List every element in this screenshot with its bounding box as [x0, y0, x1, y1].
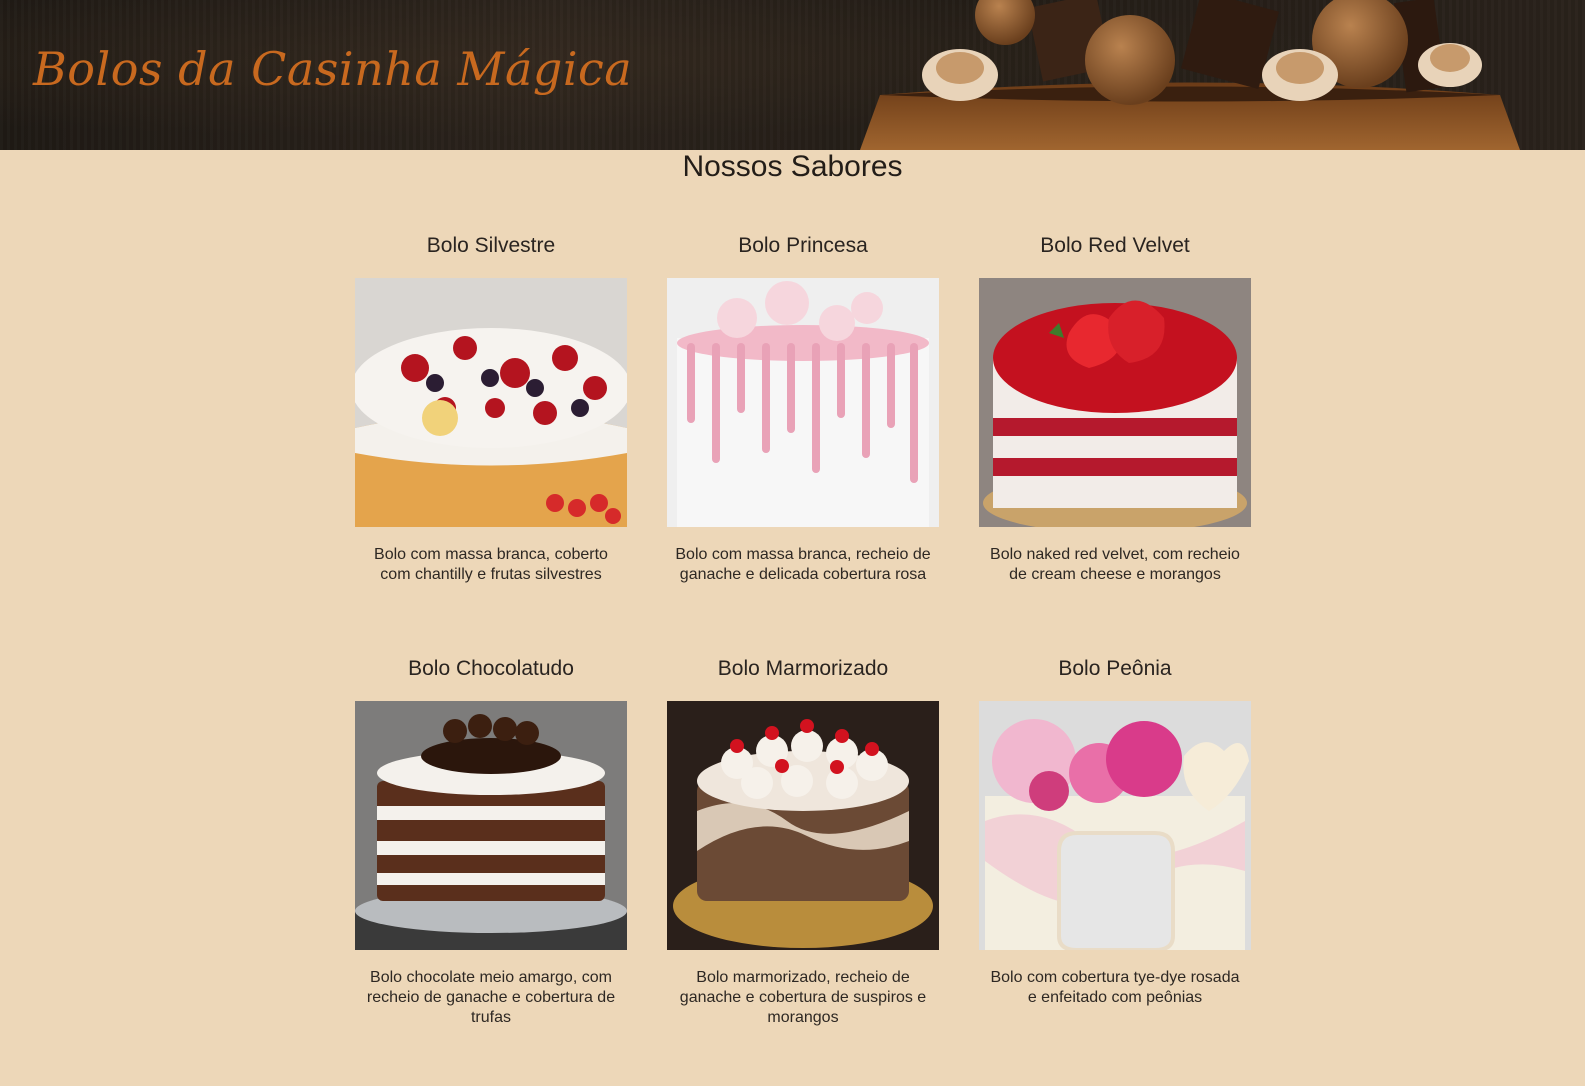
cake-card[interactable]: Bolo Princesa Bolo com massa branca, rec…	[667, 232, 939, 605]
cake-grid: Bolo Silvestre Bolo com massa branca, co…	[355, 232, 1253, 1028]
cake-name: Bolo Silvestre	[426, 234, 556, 257]
site-header: Bolos da Casinha Mágica	[0, 0, 1585, 150]
hero-chocolate-cake-image	[860, 0, 1520, 150]
cake-image-red-velvet	[979, 278, 1251, 527]
cake-description: Bolo marmorizado, recheio de ganache e c…	[679, 969, 927, 1026]
cake-name: Bolo Princesa	[738, 234, 868, 257]
cake-description: Bolo chocolate meio amargo, com recheio …	[366, 969, 616, 1026]
cake-card[interactable]: Bolo Chocolatudo Bolo chocolate meio ama…	[355, 655, 627, 1028]
cake-name: Bolo Peônia	[1058, 657, 1172, 680]
cake-card[interactable]: Bolo Peônia Bolo com cobertura tye-dye r…	[979, 655, 1251, 1028]
cake-card[interactable]: Bolo Silvestre Bolo com massa branca, co…	[355, 232, 627, 605]
cake-image-chocolatudo	[355, 701, 627, 950]
cake-image-marmorizado	[667, 701, 939, 950]
cake-card[interactable]: Bolo Red Velvet Bolo naked red velvet, c…	[979, 232, 1251, 605]
page-title: Nossos Sabores	[682, 150, 903, 183]
cake-name: Bolo Marmorizado	[717, 657, 889, 680]
cake-card[interactable]: Bolo Marmorizado Bolo marmorizado, reche…	[667, 655, 939, 1028]
site-brand[interactable]: Bolos da Casinha Mágica	[33, 42, 632, 96]
cake-description: Bolo naked red velvet, com recheio de cr…	[990, 546, 1240, 583]
cake-image-princesa	[667, 278, 939, 527]
cake-description: Bolo com cobertura tye-dye rosada e enfe…	[990, 969, 1240, 1006]
cake-image-peonia	[979, 701, 1251, 950]
cake-name: Bolo Chocolatudo	[408, 657, 574, 680]
cake-name: Bolo Red Velvet	[1040, 234, 1190, 257]
cake-description: Bolo com massa branca, coberto com chant…	[374, 546, 608, 583]
cake-description: Bolo com massa branca, recheio de ganach…	[675, 546, 931, 583]
cake-image-silvestre	[355, 278, 627, 527]
